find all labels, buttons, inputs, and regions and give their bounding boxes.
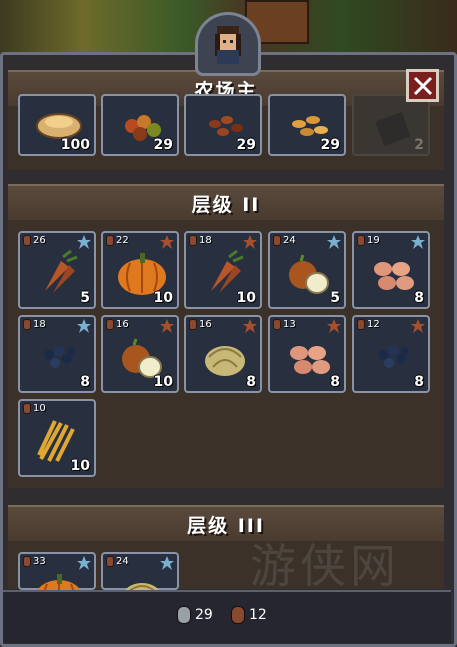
item-slot[interactable]: 13 8 bbox=[268, 315, 346, 393]
item-level: 26 bbox=[23, 235, 46, 246]
item-count: 10 bbox=[70, 458, 90, 474]
item-count: 8 bbox=[330, 374, 340, 390]
item-level: 33 bbox=[23, 556, 46, 567]
item-level: 16 bbox=[106, 319, 129, 330]
potato-icon bbox=[374, 262, 414, 290]
bronze-coin-icon bbox=[189, 235, 197, 246]
item-count: 8 bbox=[80, 374, 90, 390]
item-count: 10 bbox=[153, 374, 173, 390]
item-count: 29 bbox=[236, 137, 256, 153]
item-count: 10 bbox=[236, 290, 256, 306]
item-count: 100 bbox=[60, 137, 90, 153]
item-level: 13 bbox=[273, 319, 296, 330]
item-level: 24 bbox=[106, 556, 129, 567]
silver-currency: 29 bbox=[177, 606, 213, 624]
item-level: 22 bbox=[106, 235, 129, 246]
top-slot-locked[interactable]: 2 bbox=[352, 94, 430, 156]
carrot-icon bbox=[45, 249, 78, 293]
item-slot[interactable]: 16 10 bbox=[101, 315, 179, 393]
top-slot[interactable]: 29 bbox=[184, 94, 262, 156]
bronze-coin-icon bbox=[23, 235, 31, 246]
close-icon bbox=[413, 76, 432, 95]
bronze-coin-icon bbox=[273, 319, 281, 330]
top-slot[interactable]: 29 bbox=[101, 94, 179, 156]
item-count: 8 bbox=[414, 290, 424, 306]
item-count: 29 bbox=[153, 137, 173, 153]
item-slot[interactable]: 18 10 bbox=[184, 231, 262, 309]
bronze-coin-icon bbox=[23, 403, 31, 414]
item-level: 24 bbox=[273, 235, 296, 246]
item-slot[interactable]: 33 bbox=[18, 552, 96, 616]
farmer-avatar bbox=[195, 12, 261, 76]
locked-item-icon bbox=[375, 111, 411, 147]
item-count: 10 bbox=[153, 290, 173, 306]
bronze-coin-icon bbox=[231, 606, 245, 624]
item-slot[interactable]: 10 10 bbox=[18, 399, 96, 477]
bronze-coin-icon bbox=[357, 235, 365, 246]
item-count: 8 bbox=[414, 374, 424, 390]
item-count: 8 bbox=[246, 374, 256, 390]
item-count: 2 bbox=[414, 137, 424, 153]
item-count: 29 bbox=[320, 137, 340, 153]
item-count: 5 bbox=[80, 290, 90, 306]
farmer-portrait-icon bbox=[215, 26, 241, 64]
bronze-coin-icon bbox=[23, 556, 31, 567]
item-level: 10 bbox=[23, 403, 46, 414]
bronze-coin-icon bbox=[106, 556, 114, 567]
close-button[interactable] bbox=[406, 69, 439, 102]
top-slot[interactable]: 100 bbox=[18, 94, 96, 156]
bronze-amount: 12 bbox=[249, 607, 267, 623]
bronze-coin-icon bbox=[357, 319, 365, 330]
bronze-coin-icon bbox=[273, 235, 281, 246]
bronze-coin-icon bbox=[189, 319, 197, 330]
bronze-coin-icon bbox=[106, 235, 114, 246]
tier2-title: 层级 II bbox=[191, 193, 261, 216]
watermark: 游侠网 bbox=[250, 539, 400, 593]
silver-amount: 29 bbox=[195, 607, 213, 623]
bronze-coin-icon bbox=[106, 319, 114, 330]
onion-icon bbox=[289, 254, 329, 294]
item-level: 18 bbox=[23, 319, 46, 330]
silver-coin-icon bbox=[177, 606, 191, 624]
blueberry-icon bbox=[44, 346, 75, 368]
item-slot[interactable]: 24 bbox=[101, 552, 179, 613]
item-count: 5 bbox=[330, 290, 340, 306]
item-slot[interactable]: 24 5 bbox=[268, 231, 346, 309]
item-level: 12 bbox=[357, 319, 380, 330]
top-slot[interactable]: 29 bbox=[268, 94, 346, 156]
potato-icon bbox=[290, 346, 330, 374]
tier2-header: 层级 II bbox=[8, 184, 444, 222]
item-slot[interactable]: 22 10 bbox=[101, 231, 179, 309]
item-level: 18 bbox=[189, 235, 212, 246]
item-level: 19 bbox=[357, 235, 380, 246]
bronze-coin-icon bbox=[23, 319, 31, 330]
currency-footer: 29 12 bbox=[3, 590, 451, 643]
item-slot[interactable]: 18 8 bbox=[18, 315, 96, 393]
item-slot[interactable]: 19 8 bbox=[352, 231, 430, 309]
item-slot[interactable]: 26 5 bbox=[18, 231, 96, 309]
cabbage-icon bbox=[205, 346, 245, 376]
item-slot[interactable]: 12 8 bbox=[352, 315, 430, 393]
bronze-currency: 12 bbox=[231, 606, 267, 624]
item-slot[interactable]: 16 8 bbox=[184, 315, 262, 393]
item-level: 16 bbox=[189, 319, 212, 330]
blueberry-icon bbox=[378, 346, 409, 368]
